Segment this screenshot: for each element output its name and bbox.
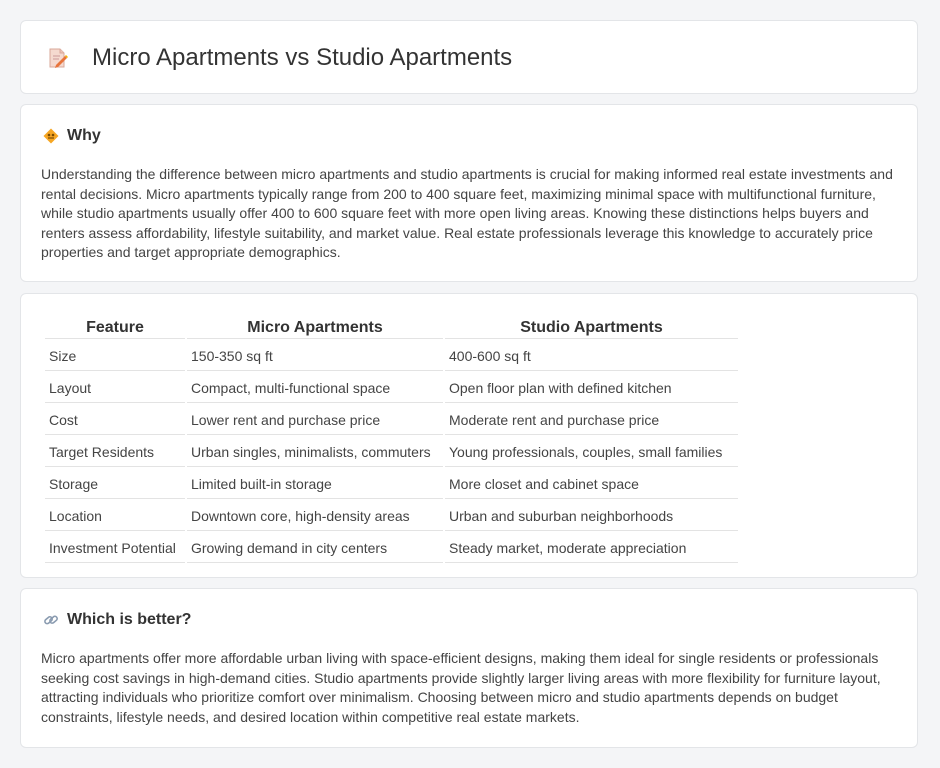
why-heading: Why xyxy=(43,127,101,145)
why-paragraph: Understanding the difference between mic… xyxy=(41,166,893,261)
table-row: Cost Lower rent and purchase price Moder… xyxy=(45,405,738,435)
micro-cell: Urban singles, minimalists, commuters xyxy=(187,437,443,467)
feature-cell: Investment Potential xyxy=(45,533,185,563)
feature-cell: Cost xyxy=(45,405,185,435)
why-title: Why xyxy=(67,127,101,144)
feature-cell: Layout xyxy=(45,373,185,403)
header-micro: Micro Apartments xyxy=(187,316,443,339)
feature-cell: Storage xyxy=(45,469,185,499)
studio-cell: 400-600 sq ft xyxy=(445,341,738,371)
better-title: Which is better? xyxy=(67,611,192,628)
comparison-table: Feature Micro Apartments Studio Apartmen… xyxy=(43,314,740,565)
micro-cell: Lower rent and purchase price xyxy=(187,405,443,435)
studio-cell: Open floor plan with defined kitchen xyxy=(445,373,738,403)
document-pencil-icon xyxy=(49,48,68,68)
page-title: Micro Apartments vs Studio Apartments xyxy=(92,44,513,71)
header-studio: Studio Apartments xyxy=(445,316,738,339)
micro-cell: Limited built-in storage xyxy=(187,469,443,499)
studio-cell: More closet and cabinet space xyxy=(445,469,738,499)
table-row: Storage Limited built-in storage More cl… xyxy=(45,469,738,499)
table-row: Size 150-350 sq ft 400-600 sq ft xyxy=(45,341,738,371)
link-icon xyxy=(44,615,58,625)
studio-cell: Young professionals, couples, small fami… xyxy=(445,437,738,467)
micro-cell: Growing demand in city centers xyxy=(187,533,443,563)
which-better-section: Which is better? Micro apartments offer … xyxy=(20,588,918,748)
studio-cell: Urban and suburban neighborhoods xyxy=(445,501,738,531)
header-card: Micro Apartments vs Studio Apartments xyxy=(20,20,918,94)
header-feature: Feature xyxy=(45,316,185,339)
diamond-sign-icon xyxy=(43,128,59,144)
why-section: Why Understanding the difference between… xyxy=(20,104,918,282)
micro-cell: Downtown core, high-density areas xyxy=(187,501,443,531)
table-row: Investment Potential Growing demand in c… xyxy=(45,533,738,563)
comparison-card: Feature Micro Apartments Studio Apartmen… xyxy=(20,293,918,578)
micro-cell: Compact, multi-functional space xyxy=(187,373,443,403)
feature-cell: Target Residents xyxy=(45,437,185,467)
better-heading: Which is better? xyxy=(43,611,191,629)
table-row: Location Downtown core, high-density are… xyxy=(45,501,738,531)
table-row: Layout Compact, multi-functional space O… xyxy=(45,373,738,403)
studio-cell: Moderate rent and purchase price xyxy=(445,405,738,435)
studio-cell: Steady market, moderate appreciation xyxy=(445,533,738,563)
micro-cell: 150-350 sq ft xyxy=(187,341,443,371)
feature-cell: Size xyxy=(45,341,185,371)
table-row: Target Residents Urban singles, minimali… xyxy=(45,437,738,467)
feature-cell: Location xyxy=(45,501,185,531)
better-paragraph: Micro apartments offer more affordable u… xyxy=(41,650,881,725)
table-header-row: Feature Micro Apartments Studio Apartmen… xyxy=(45,316,738,339)
